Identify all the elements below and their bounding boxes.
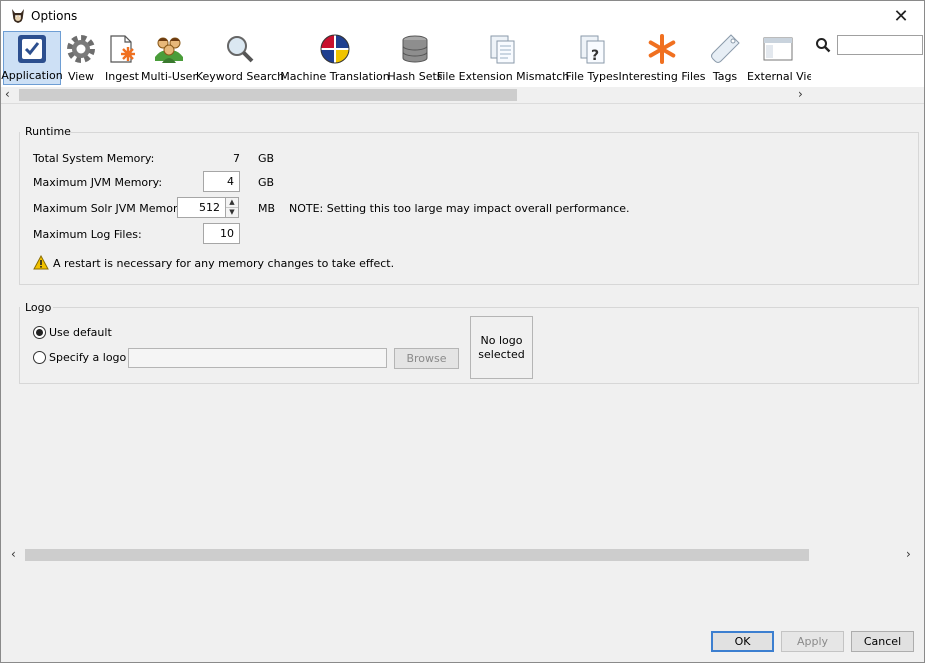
tab-application[interactable]: Application bbox=[1, 31, 63, 85]
autopsy-dog-icon bbox=[12, 9, 24, 23]
scroll-thumb[interactable] bbox=[19, 89, 517, 101]
tab-ingest[interactable]: Ingest bbox=[103, 31, 141, 85]
globe-flags-icon bbox=[320, 34, 350, 64]
total-memory-value: 7 bbox=[233, 152, 240, 165]
tab-view[interactable]: View bbox=[63, 31, 99, 85]
options-toolbar: Application View Ingest Multi-User Keywo… bbox=[1, 31, 924, 87]
magnifier-icon bbox=[227, 36, 254, 63]
restart-warning: A restart is necessary for any memory ch… bbox=[53, 257, 395, 270]
tab-machine-translation-label: Machine Translation bbox=[280, 70, 390, 83]
window-icon bbox=[763, 37, 793, 61]
solr-note: NOTE: Setting this too large may impact … bbox=[289, 202, 630, 215]
tab-interesting-files-label: Interesting Files bbox=[618, 70, 706, 83]
use-default-label[interactable]: Use default bbox=[49, 326, 112, 339]
stepper-up-icon[interactable]: ▲ bbox=[226, 198, 238, 207]
window-title: Options bbox=[31, 9, 78, 23]
max-jvm-label: Maximum JVM Memory: bbox=[33, 176, 163, 189]
tab-multi-user[interactable]: Multi-User bbox=[141, 31, 197, 85]
max-log-label: Maximum Log Files: bbox=[33, 228, 142, 241]
logo-preview: No logo selected bbox=[470, 316, 533, 379]
asterisk-icon bbox=[648, 34, 676, 64]
tab-ingest-label: Ingest bbox=[104, 70, 139, 83]
total-memory-label: Total System Memory: bbox=[33, 152, 155, 165]
max-jvm-input[interactable]: 4 bbox=[203, 171, 240, 192]
max-solr-unit: MB bbox=[258, 202, 276, 215]
tab-application-label: Application bbox=[1, 69, 63, 82]
browse-button[interactable]: Browse bbox=[394, 348, 459, 369]
ok-button[interactable]: OK bbox=[711, 631, 774, 652]
tab-keyword-search[interactable]: Keyword Search bbox=[195, 31, 285, 85]
cancel-button[interactable]: Cancel bbox=[851, 631, 914, 652]
apply-button[interactable]: Apply bbox=[781, 631, 844, 652]
gear-icon bbox=[67, 35, 95, 63]
tab-tags[interactable]: Tags bbox=[707, 31, 743, 85]
logo-preview-line1: No logo bbox=[480, 333, 523, 347]
use-default-radio[interactable] bbox=[33, 326, 46, 339]
max-solr-input[interactable]: 512 bbox=[177, 197, 226, 218]
options-dialog: Options ✕ Application View Ingest Multi-… bbox=[0, 0, 925, 663]
logo-group bbox=[19, 307, 919, 384]
max-jvm-unit: GB bbox=[258, 176, 275, 189]
close-icon: ✕ bbox=[893, 5, 909, 27]
stepper-down-icon[interactable]: ▼ bbox=[226, 207, 238, 216]
specify-logo-radio[interactable] bbox=[33, 351, 46, 364]
tab-tags-label: Tags bbox=[712, 70, 738, 83]
svg-text:?: ? bbox=[591, 48, 599, 64]
tab-hash-sets-label: Hash Sets bbox=[387, 70, 443, 83]
scroll-left-icon[interactable]: ‹ bbox=[5, 87, 17, 103]
file-question-icon: ? bbox=[580, 35, 605, 64]
tab-file-extension-mismatch-label: File Extension Mismatch bbox=[436, 70, 570, 83]
tab-interesting-files[interactable]: Interesting Files bbox=[618, 31, 706, 85]
tab-keyword-search-label: Keyword Search bbox=[195, 70, 285, 83]
toolbar-scrollbar[interactable]: ‹ › bbox=[1, 87, 811, 103]
title-bar: Options ✕ bbox=[1, 1, 924, 31]
logo-path-input[interactable] bbox=[128, 348, 387, 368]
warning-icon bbox=[33, 255, 49, 270]
tab-external-view-label: External View bbox=[747, 70, 811, 83]
tag-icon bbox=[711, 34, 740, 63]
close-button[interactable]: ✕ bbox=[878, 1, 924, 31]
multi-user-icon bbox=[155, 37, 183, 63]
specify-logo-label[interactable]: Specify a logo bbox=[49, 351, 126, 364]
tab-file-types-label: File Types bbox=[565, 70, 619, 83]
scroll-thumb[interactable] bbox=[25, 549, 809, 561]
logo-preview-line2: selected bbox=[478, 347, 525, 361]
scroll-right-icon[interactable]: › bbox=[798, 87, 810, 103]
tab-file-extension-mismatch[interactable]: File Extension Mismatch bbox=[437, 31, 569, 85]
scroll-right-icon[interactable]: › bbox=[906, 547, 911, 561]
application-check-icon bbox=[18, 34, 46, 63]
max-log-input[interactable]: 10 bbox=[203, 223, 240, 244]
search-input[interactable] bbox=[837, 35, 923, 55]
panel-scrollbar[interactable]: ‹ › bbox=[1, 547, 924, 563]
tab-multi-user-label: Multi-User bbox=[141, 70, 197, 83]
application-panel: Runtime Total System Memory: 7 GB Maximu… bbox=[1, 104, 924, 564]
scroll-left-icon[interactable]: ‹ bbox=[11, 547, 16, 561]
max-solr-stepper[interactable]: ▲ ▼ bbox=[225, 197, 239, 218]
ingest-document-icon bbox=[110, 35, 135, 63]
max-solr-label: Maximum Solr JVM Memory: bbox=[33, 202, 187, 215]
documents-icon bbox=[490, 35, 515, 64]
tab-hash-sets[interactable]: Hash Sets bbox=[387, 31, 443, 85]
tab-external-view[interactable]: External View bbox=[747, 31, 811, 85]
database-icon bbox=[402, 35, 428, 63]
total-memory-unit: GB bbox=[258, 152, 275, 165]
tab-view-label: View bbox=[67, 70, 95, 83]
search-icon bbox=[816, 38, 831, 53]
tab-file-types[interactable]: ? File Types bbox=[565, 31, 619, 85]
tab-machine-translation[interactable]: Machine Translation bbox=[280, 31, 390, 85]
